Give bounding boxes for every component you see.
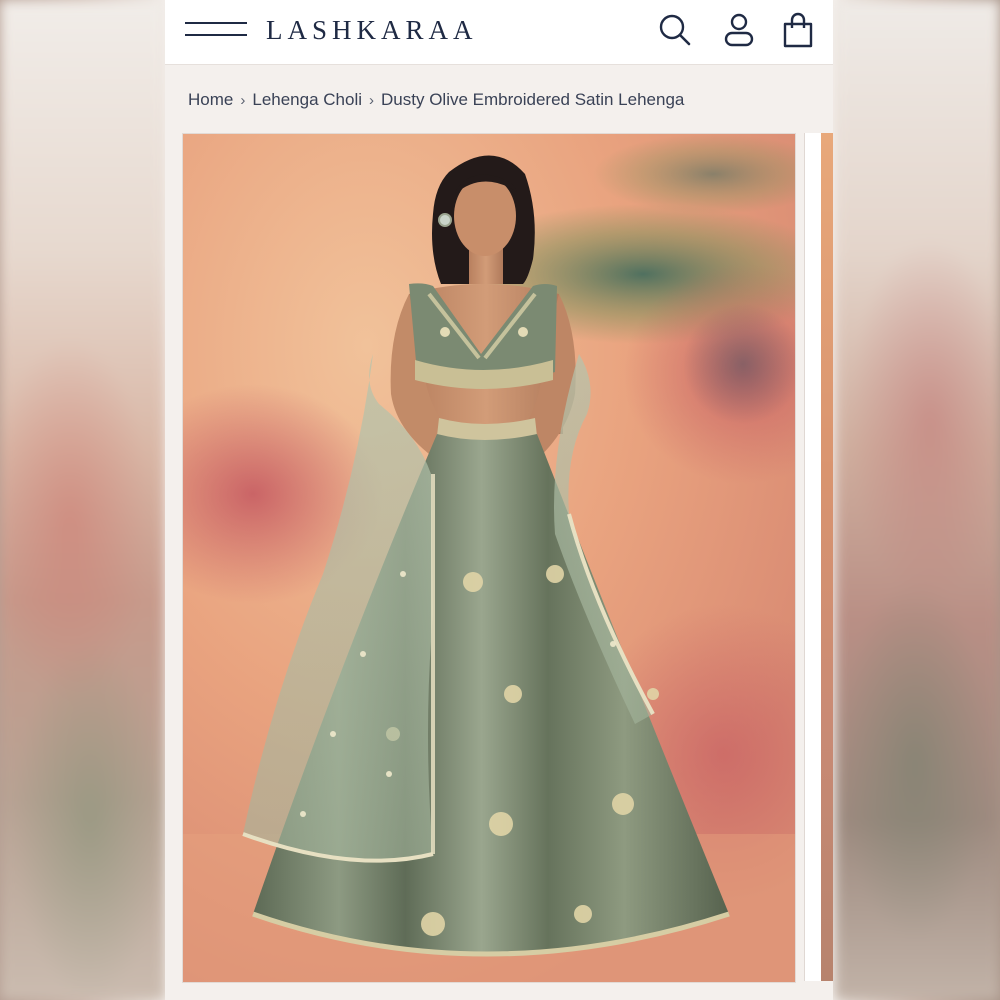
product-photo[interactable] [182,133,796,983]
model-in-lehenga-illustration [183,134,795,982]
menu-icon[interactable] [185,20,247,38]
breadcrumb-home[interactable]: Home [188,90,233,110]
breadcrumb-current-product: Dusty Olive Embroidered Satin Lehenga [381,90,685,109]
blurred-backdrop-right [835,0,1000,1000]
mobile-viewport: LASHKARAA Home › Lehenga Choli › Dusty O… [165,0,833,1000]
search-icon[interactable] [655,10,695,50]
blurred-backdrop-left [0,0,165,1000]
breadcrumb: Home › Lehenga Choli › Dusty Olive Embro… [188,87,684,113]
breadcrumb-separator: › [240,91,246,109]
breadcrumb-separator: › [369,91,375,109]
site-header: LASHKARAA [165,0,833,65]
brand-logo[interactable]: LASHKARAA [266,14,478,46]
account-icon[interactable] [719,10,759,50]
product-image-gallery[interactable] [182,133,833,983]
next-image-preview[interactable] [804,133,833,981]
bag-icon[interactable] [778,10,818,50]
breadcrumb-lehenga-choli[interactable]: Lehenga Choli [252,90,362,110]
